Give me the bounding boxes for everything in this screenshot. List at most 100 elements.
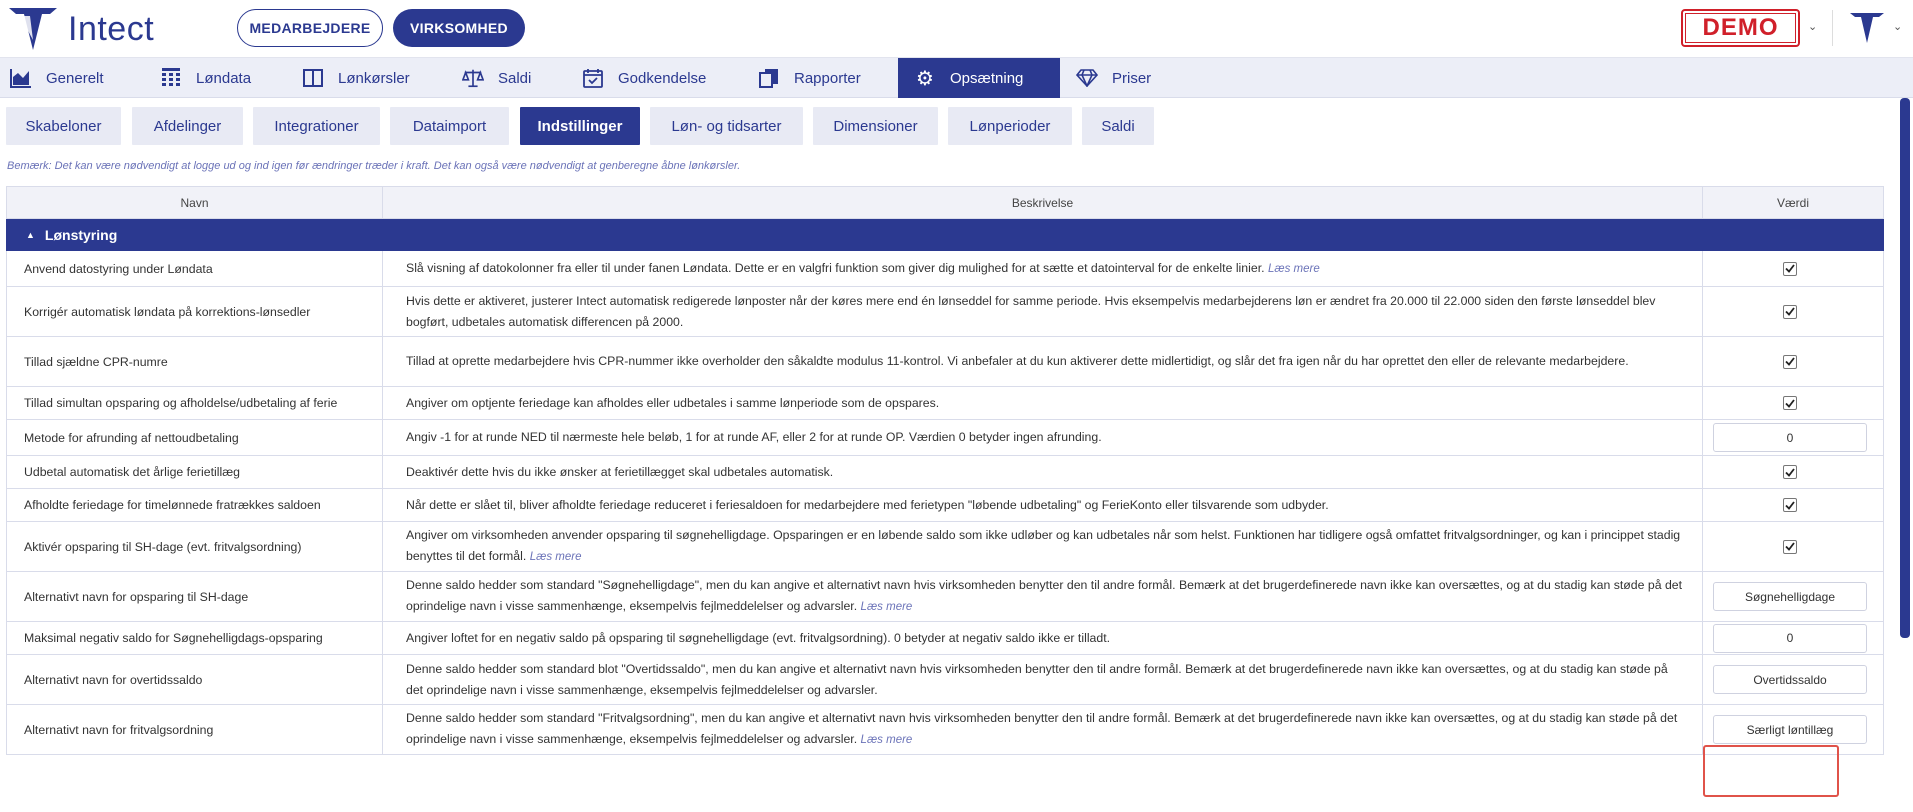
table-row: Korrigér automatisk løndata på korrektio… xyxy=(6,287,1884,337)
setting-name: Maksimal negativ saldo for Søgnehelligda… xyxy=(7,622,383,654)
setting-name: Korrigér automatisk løndata på korrektio… xyxy=(7,287,383,336)
setting-description: Denne saldo hedder som standard blot "Ov… xyxy=(383,655,1703,704)
table-row: Udbetal automatisk det årlige ferietillæ… xyxy=(6,456,1884,489)
tab-saldi[interactable]: Saldi xyxy=(440,58,570,98)
setting-value-cell: 0 xyxy=(1703,622,1885,654)
selection-highlight xyxy=(1703,745,1839,797)
chart-icon xyxy=(10,67,32,89)
tab-opsaetning[interactable]: ⚙ Opsætning xyxy=(898,58,1060,98)
subtab-lonperioder[interactable]: Lønperioder xyxy=(948,107,1072,145)
tab-generelt[interactable]: Generelt xyxy=(0,58,148,98)
setting-checkbox[interactable] xyxy=(1783,539,1797,554)
setting-input[interactable]: Overtidssaldo xyxy=(1713,665,1867,694)
tab-label: Opsætning xyxy=(950,69,1024,87)
columns-icon xyxy=(302,67,324,89)
setting-name: Alternativt navn for opsparing til SH-da… xyxy=(7,572,383,621)
checkmark-icon xyxy=(1785,542,1795,551)
setting-description: Angiver om optjente feriedage kan afhold… xyxy=(383,387,1703,419)
setting-value-cell xyxy=(1703,251,1885,286)
setting-description: Tillad at oprette medarbejdere hvis CPR-… xyxy=(383,337,1703,386)
setting-checkbox[interactable] xyxy=(1783,396,1797,410)
diamond-icon xyxy=(1076,67,1098,89)
table-row: Alternativt navn for overtidssaldo Denne … xyxy=(6,655,1884,705)
setting-name: Udbetal automatisk det årlige ferietillæ… xyxy=(7,456,383,488)
checkmark-icon xyxy=(1785,398,1795,408)
setting-description: Deaktivér dette hvis du ikke ønsker at f… xyxy=(383,456,1703,488)
column-header-name[interactable]: Navn xyxy=(7,187,383,218)
setting-value-cell: Søgnehelligdage xyxy=(1703,572,1885,621)
table-row: Tillad sjældne CPR-numre Tillad at oprett… xyxy=(6,337,1884,387)
setting-checkbox[interactable] xyxy=(1783,498,1797,512)
subtab-afdelinger[interactable]: Afdelinger xyxy=(132,107,243,145)
tab-priser[interactable]: Priser xyxy=(1060,58,1180,98)
read-more-link[interactable]: Læs mere xyxy=(861,601,913,613)
tab-label: Saldi xyxy=(498,69,532,87)
subtab-dimensioner[interactable]: Dimensioner xyxy=(813,107,938,145)
tab-londata[interactable]: Løndata xyxy=(148,58,288,98)
section-title: Lønstyring xyxy=(44,227,118,243)
employees-button[interactable]: MEDARBEJDERE xyxy=(237,9,383,47)
tab-lonkorsler[interactable]: Lønkørsler xyxy=(288,58,440,98)
table-row: Afholdte feriedage for timelønnede fratr… xyxy=(6,489,1884,522)
header-divider xyxy=(1832,10,1833,46)
setting-input[interactable]: 0 xyxy=(1713,623,1867,653)
tab-label: Rapporter xyxy=(794,69,861,87)
description-text: Når dette er slået til, bliver afholdte … xyxy=(406,497,1329,512)
table-icon xyxy=(160,67,182,89)
main-nav: Generelt Løndata Lønkørsler Saldi Godken… xyxy=(0,58,1913,98)
subtab-skabeloner[interactable]: Skabeloner xyxy=(6,107,121,145)
section-header-lonstyring[interactable]: ▲ Lønstyring xyxy=(6,219,1884,251)
user-chevron-down-icon[interactable]: ⌄ xyxy=(1893,20,1902,33)
description-text: Tillad at oprette medarbejdere hvis CPR-… xyxy=(406,354,1629,368)
setting-name: Metode for afrunding af nettoudbetaling xyxy=(7,420,383,455)
subtab-lon-og-tidsarter[interactable]: Løn- og tidsarter xyxy=(650,107,803,145)
setting-description: Slå visning af datokolonner fra eller ti… xyxy=(383,251,1703,286)
collapse-triangle-icon: ▲ xyxy=(26,230,35,240)
copy-icon xyxy=(758,67,780,89)
setting-checkbox[interactable] xyxy=(1783,465,1797,479)
tab-label: Generelt xyxy=(46,69,104,87)
setting-description: Angiv -1 for at runde NED til nærmeste h… xyxy=(383,420,1703,455)
setting-value-cell xyxy=(1703,522,1885,571)
setting-description: Denne saldo hedder som standard "Fritval… xyxy=(383,705,1703,754)
setting-name: Aktivér opsparing til SH-dage (evt. frit… xyxy=(7,522,383,571)
checkmark-icon xyxy=(1785,264,1795,273)
table-row: Tillad simultan opsparing og afholdelse/… xyxy=(6,387,1884,420)
description-text: Angiver om optjente feriedage kan afhold… xyxy=(406,395,940,410)
scale-icon xyxy=(462,67,484,89)
company-button[interactable]: VIRKSOMHED xyxy=(393,9,525,47)
column-header-description[interactable]: Beskrivelse xyxy=(383,187,1703,218)
setting-description: Angiver om virksomheden anvender opspari… xyxy=(383,522,1703,571)
subtab-integrationer[interactable]: Integrationer xyxy=(253,107,380,145)
tab-rapporter[interactable]: Rapporter xyxy=(740,58,898,98)
read-more-link[interactable]: Læs mere xyxy=(861,734,913,746)
table-row: Aktivér opsparing til SH-dage (evt. frit… xyxy=(6,522,1884,572)
read-more-link[interactable]: Læs mere xyxy=(1268,263,1320,275)
setting-input[interactable]: 0 xyxy=(1713,423,1867,452)
read-more-link[interactable]: Læs mere xyxy=(530,551,582,563)
subtab-saldi[interactable]: Saldi xyxy=(1082,107,1154,145)
setting-input[interactable]: Søgnehelligdage xyxy=(1713,582,1867,611)
setting-input[interactable]: Særligt løntillæg xyxy=(1713,715,1867,744)
setting-checkbox[interactable] xyxy=(1783,261,1797,276)
description-text: Angiver loftet for en negativ saldo på o… xyxy=(406,630,1111,645)
setting-value-cell: Overtidssaldo xyxy=(1703,655,1885,704)
app-logo[interactable]: Intect xyxy=(6,4,154,54)
setting-checkbox[interactable] xyxy=(1783,304,1797,319)
user-menu[interactable] xyxy=(1848,10,1886,51)
tab-label: Priser xyxy=(1112,69,1152,87)
description-text: Angiv -1 for at runde NED til nærmeste h… xyxy=(406,430,1102,444)
chevron-down-icon[interactable]: ⌄ xyxy=(1808,20,1817,33)
demo-badge-label: DEMO xyxy=(1685,13,1796,43)
top-header: Intect MEDARBEJDERE VIRKSOMHED DEMO ⌄ ⌄ xyxy=(0,0,1913,58)
subtab-dataimport[interactable]: Dataimport xyxy=(390,107,509,145)
scrollbar[interactable] xyxy=(1900,98,1910,638)
tab-label: Godkendelse xyxy=(618,69,707,87)
subtab-indstillinger[interactable]: Indstillinger xyxy=(520,107,640,145)
calendar-check-icon xyxy=(582,67,604,89)
tab-godkendelse[interactable]: Godkendelse xyxy=(570,58,740,98)
column-header-value[interactable]: Værdi xyxy=(1703,187,1883,218)
setting-checkbox[interactable] xyxy=(1783,354,1797,369)
table-header: Navn Beskrivelse Værdi xyxy=(6,186,1884,219)
description-text: Hvis dette er aktiveret, justerer Intect… xyxy=(406,293,1656,329)
